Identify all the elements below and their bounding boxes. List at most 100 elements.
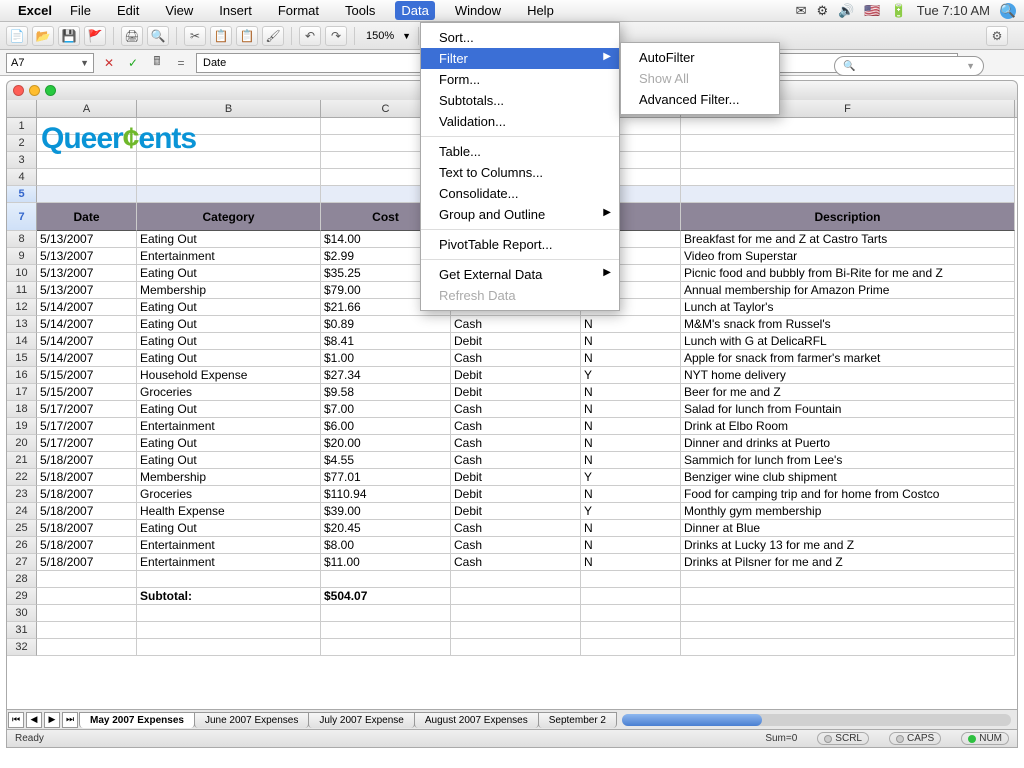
sheet-tab[interactable]: June 2007 Expenses [194,712,309,728]
cell[interactable]: Lunch at Taylor's [681,299,1015,316]
row-header[interactable]: 15 [7,350,37,367]
cell[interactable]: Eating Out [137,401,321,418]
cell[interactable]: Cash [451,520,581,537]
mail-icon[interactable]: ✉ [796,3,807,19]
cell[interactable]: N [581,418,681,435]
cell[interactable]: Picnic food and bubbly from Bi-Rite for … [681,265,1015,282]
cell[interactable]: Debit [451,333,581,350]
cell[interactable] [681,622,1015,639]
cell[interactable]: $11.00 [321,554,451,571]
cut-button[interactable]: ✂ [184,26,206,46]
print-button[interactable]: 🖨 [121,26,143,46]
zoom-dropdown-icon[interactable]: ▼ [402,31,411,41]
cell[interactable] [137,571,321,588]
cell[interactable]: N [581,452,681,469]
cell[interactable] [321,571,451,588]
cell[interactable]: Cash [451,316,581,333]
cell[interactable] [37,571,137,588]
row-header[interactable]: 18 [7,401,37,418]
cell[interactable] [137,169,321,186]
cell[interactable]: N [581,537,681,554]
zoom-window-icon[interactable] [45,85,56,96]
cell[interactable] [137,605,321,622]
cell[interactable]: Cash [451,554,581,571]
cell[interactable]: $39.00 [321,503,451,520]
cell[interactable]: Debit [451,503,581,520]
tab-nav-last[interactable]: ⏭ [62,712,78,728]
row-header[interactable]: 30 [7,605,37,622]
cell[interactable] [37,622,137,639]
cell[interactable]: 5/13/2007 [37,231,137,248]
redo-button[interactable]: ↷ [325,26,347,46]
row-header[interactable]: 23 [7,486,37,503]
wifi-icon[interactable]: ⚙ [817,3,829,19]
cell[interactable]: 5/18/2007 [37,537,137,554]
format-painter-button[interactable]: 🖌 [262,26,284,46]
row-header[interactable]: 22 [7,469,37,486]
cell[interactable] [451,605,581,622]
cell[interactable]: Eating Out [137,350,321,367]
cell[interactable]: $77.01 [321,469,451,486]
cell[interactable] [321,622,451,639]
row-header[interactable]: 32 [7,639,37,656]
header-cell[interactable]: Date [37,203,137,231]
cell[interactable]: 5/17/2007 [37,435,137,452]
menu-item[interactable]: Consolidate... [421,183,619,204]
cell[interactable] [581,588,681,605]
battery-icon[interactable]: 🔋 [891,3,907,19]
cell[interactable]: Health Expense [137,503,321,520]
cell[interactable]: N [581,333,681,350]
cell[interactable] [681,571,1015,588]
cell[interactable]: NYT home delivery [681,367,1015,384]
cell[interactable]: N [581,486,681,503]
row-header[interactable]: 17 [7,384,37,401]
cell[interactable]: $0.89 [321,316,451,333]
cell[interactable] [581,639,681,656]
cell[interactable]: 5/17/2007 [37,418,137,435]
row-header[interactable]: 27 [7,554,37,571]
row-header[interactable]: 3 [7,152,37,169]
sheet-tab[interactable]: May 2007 Expenses [79,712,195,728]
menu-item[interactable]: Table... [421,141,619,162]
row-header[interactable]: 11 [7,282,37,299]
menu-item[interactable]: Subtotals... [421,90,619,111]
menu-item[interactable]: Validation... [421,111,619,132]
menu-item[interactable]: Advanced Filter... [621,89,779,110]
menu-help[interactable]: Help [521,1,560,20]
cell[interactable]: Drinks at Pilsner for me and Z [681,554,1015,571]
cell[interactable]: $504.07 [321,588,451,605]
cell[interactable]: M&M's snack from Russel's [681,316,1015,333]
menu-data[interactable]: Data [395,1,434,20]
cell[interactable]: Eating Out [137,333,321,350]
row-header[interactable]: 28 [7,571,37,588]
row-header[interactable]: 24 [7,503,37,520]
cell[interactable] [681,118,1015,135]
volume-icon[interactable]: 🔊 [838,3,854,19]
cell[interactable]: 5/13/2007 [37,265,137,282]
cell[interactable]: $4.55 [321,452,451,469]
cell[interactable] [321,605,451,622]
close-window-icon[interactable] [13,85,24,96]
cell[interactable]: Debit [451,486,581,503]
menu-insert[interactable]: Insert [213,1,258,20]
tab-nav-prev[interactable]: ◀ [26,712,42,728]
tab-nav-first[interactable]: ⏮ [8,712,24,728]
cell[interactable] [137,639,321,656]
menu-file[interactable]: File [64,1,97,20]
flag-button[interactable]: 🚩 [84,26,106,46]
row-header[interactable]: 9 [7,248,37,265]
cell[interactable] [581,605,681,622]
cell[interactable] [681,605,1015,622]
cell[interactable]: 5/14/2007 [37,333,137,350]
cell[interactable]: 5/18/2007 [37,554,137,571]
cell[interactable]: Eating Out [137,231,321,248]
cell[interactable]: $8.41 [321,333,451,350]
row-header[interactable]: 4 [7,169,37,186]
preview-button[interactable]: 🔍 [147,26,169,46]
cell[interactable]: 5/18/2007 [37,503,137,520]
cell[interactable] [681,169,1015,186]
cell[interactable]: Membership [137,469,321,486]
cell[interactable]: Membership [137,282,321,299]
cell[interactable]: $8.00 [321,537,451,554]
cell[interactable]: Entertainment [137,248,321,265]
